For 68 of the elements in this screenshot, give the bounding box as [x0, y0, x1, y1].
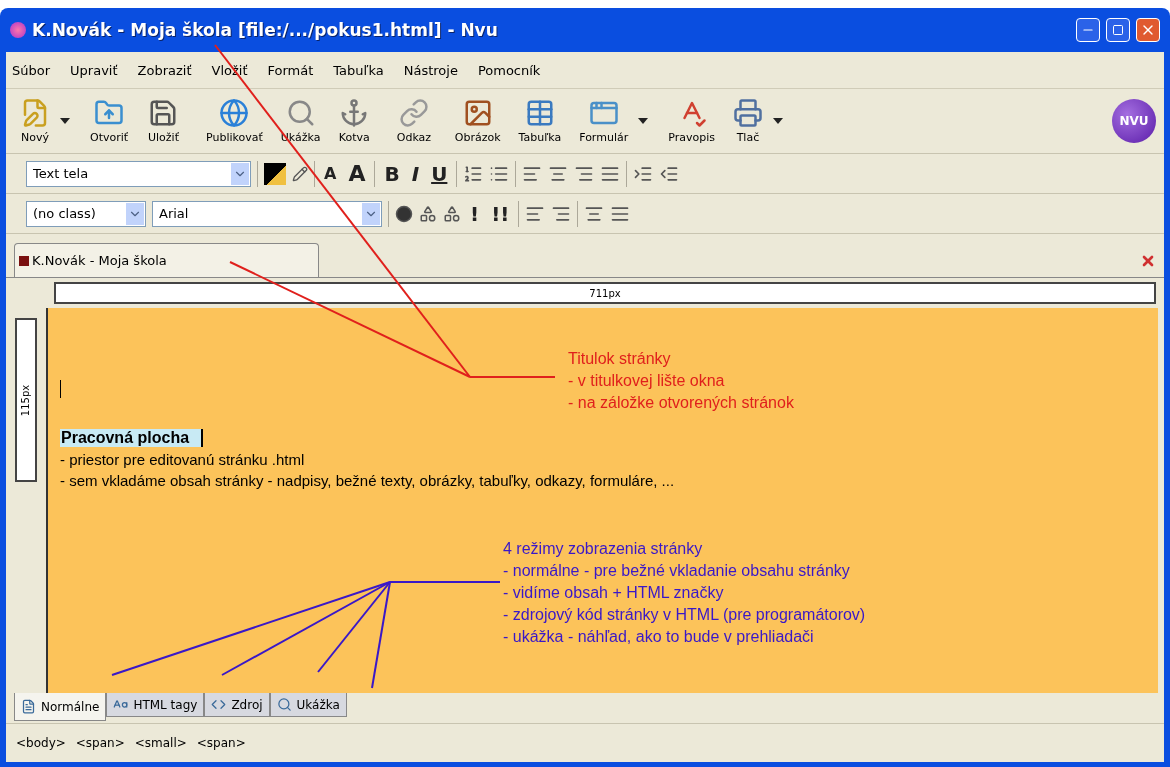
menu-item[interactable]: Súbor	[12, 62, 51, 78]
normal-view-icon	[21, 699, 36, 714]
view-tab[interactable]: HTML tagy	[106, 693, 205, 717]
heading-text: Pracovná plocha	[60, 429, 204, 447]
toolbar-button[interactable]: Obrázok	[448, 96, 507, 146]
color-swatch-icon[interactable]	[264, 162, 286, 185]
menu-item[interactable]: Upraviť	[70, 62, 118, 78]
view-tab[interactable]: Ukážka	[269, 693, 347, 717]
vertical-ruler: 115px	[15, 318, 37, 482]
minimize-button[interactable]	[1076, 18, 1100, 42]
toolbar-button[interactable]: Publikovať	[200, 96, 269, 146]
menu-item[interactable]: Zobraziť	[137, 62, 192, 78]
editing-area[interactable]	[46, 308, 1158, 693]
shapes-icon[interactable]	[419, 204, 437, 223]
caret-icon[interactable]	[60, 118, 70, 124]
font-select[interactable]: Arial	[152, 200, 382, 227]
menu-item[interactable]: Nástroje	[403, 62, 458, 78]
priority-button[interactable]: !!	[488, 201, 513, 226]
format-button[interactable]: I	[408, 161, 423, 186]
toolbar-button[interactable]: Tlač	[726, 96, 791, 146]
status-tag[interactable]: <small>	[134, 736, 187, 750]
link-icon	[398, 98, 429, 128]
body-text: - sem vkladáme obsah stránky - nadpisy, bežné texty, obrázky, tabuľky, odkazy, formuláre, ...	[60, 472, 676, 489]
annotation-text: Titulok stránky - v titulkovej lište okna - na záložke otvorených stránok	[568, 349, 794, 413]
menu-item[interactable]: Tabuľka	[333, 62, 384, 78]
menu-item[interactable]: Pomocník	[477, 62, 541, 78]
pencil-icon[interactable]	[292, 165, 308, 182]
caret-icon[interactable]	[638, 118, 649, 124]
horizontal-ruler: 711px	[54, 282, 1156, 304]
app-icon	[10, 22, 26, 38]
close-icon[interactable]	[1140, 253, 1156, 269]
view-tab[interactable]: Zdroj	[204, 693, 270, 717]
view-tab[interactable]: Normálne	[14, 693, 107, 721]
close-button[interactable]	[1136, 18, 1160, 42]
source-view-icon	[211, 697, 227, 712]
circle-icon[interactable]	[395, 204, 413, 223]
body-text: - priestor pre editovanú stránku .html	[60, 451, 306, 468]
format-button[interactable]: U	[428, 161, 451, 186]
status-tag[interactable]: <body>	[16, 736, 66, 750]
status-tag[interactable]: <span>	[75, 736, 125, 750]
print-icon	[732, 98, 763, 128]
format-button[interactable]: B	[381, 161, 403, 186]
caret-icon[interactable]	[772, 118, 783, 124]
shapes-icon[interactable]	[443, 204, 461, 223]
annotation-text: 4 režimy zobrazenia stránky - normálne - pre bežné vkladanie obsahu stránky - vidíme obsah + HTML značky - zdrojový kód stránky v HTML (pre programátorov) - ukážka - náhľad, ako to bude v prehliadači	[503, 539, 866, 647]
toolbar-button[interactable]: Uložiť	[142, 96, 194, 146]
format-button[interactable]: A	[345, 161, 369, 186]
publish-icon	[219, 98, 250, 128]
toolbar-button[interactable]: Kotva	[332, 96, 385, 146]
preview-view-icon	[276, 697, 292, 712]
priority-button[interactable]: !	[467, 201, 483, 226]
text-cursor	[60, 380, 61, 398]
document-tab[interactable]: K.Novák - Moja škola	[14, 243, 319, 277]
window-title: K.Novák - Moja škola [file:/.../pokus1.html] - Nvu	[32, 20, 499, 40]
paragraph-style-select[interactable]: Text tela	[26, 160, 251, 187]
toolbar-button[interactable]: Odkaz	[390, 96, 443, 146]
toolbar-button[interactable]: Pravopis	[662, 96, 721, 146]
toolbar-button[interactable]: Formulár	[573, 96, 657, 146]
app-logo[interactable]: NVU	[1112, 99, 1156, 143]
toolbar-button[interactable]: Tabuľka	[512, 96, 568, 146]
toolbar-button[interactable]: Nový	[14, 96, 78, 146]
format-button[interactable]: A	[321, 164, 340, 183]
status-tag[interactable]: <span>	[196, 736, 246, 750]
maximize-button[interactable]	[1106, 18, 1130, 42]
menu-item[interactable]: Formát	[267, 62, 314, 78]
class-select[interactable]: (no class)	[26, 200, 146, 227]
maximize-icon	[1112, 24, 1124, 36]
toolbar-button[interactable]: Otvoriť	[84, 96, 136, 146]
